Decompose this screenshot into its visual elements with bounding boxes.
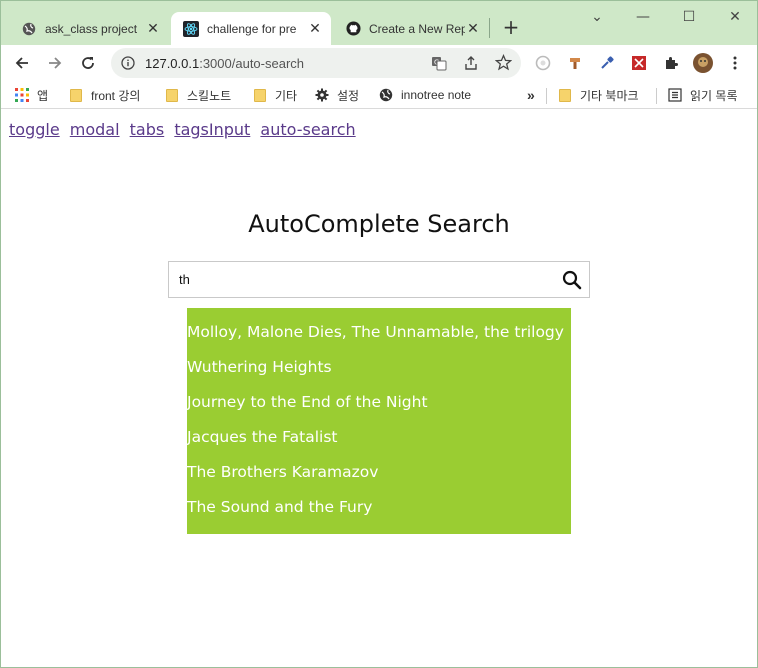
- bookmark-divider: [546, 88, 547, 104]
- back-arrow-icon: [15, 57, 28, 69]
- bookmark-label: 설정: [337, 88, 360, 103]
- reading-list-icon: [668, 88, 682, 102]
- eyedropper-icon[interactable]: [597, 53, 617, 73]
- nav-link-tagsinput[interactable]: tagsInput: [174, 120, 250, 139]
- bookmarks-bar: 앱 front 강의 스킬노트 기타 설정 innotree note » 기타…: [1, 81, 757, 109]
- search-input[interactable]: [169, 262, 561, 297]
- new-tab-button[interactable]: +: [501, 17, 521, 37]
- share-icon[interactable]: [463, 55, 479, 75]
- result-item[interactable]: Wuthering Heights: [187, 350, 571, 385]
- search-icon[interactable]: [561, 269, 583, 291]
- result-item[interactable]: Journey to the End of the Night: [187, 385, 571, 420]
- result-item[interactable]: Jacques the Fatalist: [187, 420, 571, 455]
- bookmark-label: 기타: [275, 88, 298, 103]
- close-icon[interactable]: ✕: [145, 20, 161, 37]
- tab-divider: [489, 18, 490, 38]
- reload-icon: [82, 57, 94, 69]
- tab-title: Create a New Rep: [369, 21, 465, 36]
- nav-link-toggle[interactable]: toggle: [9, 120, 60, 139]
- folder-icon: [165, 88, 179, 102]
- bookmark-folder-etc[interactable]: 기타: [253, 86, 297, 104]
- url-text: 127.0.0.1:3000/auto-search: [145, 55, 305, 71]
- bookmarks-overflow-button[interactable]: »: [527, 86, 535, 104]
- tab-title: challenge for pre: [207, 21, 297, 36]
- bookmark-folder-front[interactable]: front 강의: [69, 86, 140, 104]
- react-icon: [183, 20, 199, 37]
- result-item[interactable]: Molloy, Malone Dies, The Unnamable, the …: [187, 315, 571, 350]
- bookmark-other-folder[interactable]: 기타 북마크: [558, 86, 639, 104]
- bookmark-label: 스킬노트: [187, 88, 232, 103]
- bookmark-star-icon[interactable]: [494, 53, 513, 75]
- browser-toolbar: 127.0.0.1:3000/auto-search G: [1, 45, 757, 81]
- apps-grid-icon: [15, 88, 29, 102]
- folder-icon: [69, 88, 83, 102]
- bookmark-apps[interactable]: 앱: [15, 86, 48, 104]
- close-icon[interactable]: ✕: [307, 20, 323, 37]
- translate-icon[interactable]: G: [431, 55, 447, 75]
- close-icon[interactable]: ✕: [465, 20, 481, 37]
- reload-button[interactable]: [77, 52, 99, 74]
- folder-icon: [253, 88, 267, 102]
- extensions-puzzle-icon[interactable]: [661, 53, 681, 73]
- bookmark-divider: [656, 88, 657, 104]
- bookmark-label: innotree note: [401, 88, 472, 102]
- tab-challenge[interactable]: challenge for pre ✕: [171, 12, 331, 45]
- bookmark-folder-skillnote[interactable]: 스킬노트: [165, 86, 231, 104]
- maximize-button[interactable]: ☐: [679, 7, 699, 27]
- bookmark-label: 기타 북마크: [580, 88, 639, 103]
- extension-hammer-icon[interactable]: [565, 53, 585, 73]
- close-window-button[interactable]: ✕: [725, 7, 745, 27]
- globe-icon: [379, 88, 393, 102]
- nav-link-auto-search[interactable]: auto-search: [260, 120, 355, 139]
- github-icon: [345, 21, 361, 37]
- menu-kebab-icon[interactable]: [725, 53, 745, 73]
- reading-list-button[interactable]: 읽기 목록: [668, 86, 738, 104]
- page-title: AutoComplete Search: [248, 210, 510, 238]
- tab-ask-class[interactable]: ask_class project ✕: [9, 12, 169, 45]
- page-nav: toggle modal tabs tagsInput auto-search: [9, 120, 361, 139]
- back-button[interactable]: [11, 52, 33, 74]
- tab-create-repo[interactable]: Create a New Rep ✕: [333, 12, 489, 45]
- tab-strip: ask_class project ✕ challenge for pre ✕ …: [1, 1, 757, 45]
- globe-icon: [21, 21, 37, 37]
- tab-title: ask_class project: [45, 21, 138, 36]
- tab-search-icon[interactable]: ⌄: [587, 7, 607, 27]
- minimize-button[interactable]: —: [633, 7, 653, 27]
- result-item[interactable]: The Brothers Karamazov: [187, 455, 571, 490]
- nav-link-modal[interactable]: modal: [70, 120, 120, 139]
- browser-window: ask_class project ✕ challenge for pre ✕ …: [0, 0, 758, 668]
- address-bar[interactable]: 127.0.0.1:3000/auto-search G: [111, 48, 521, 78]
- extension-red-icon[interactable]: [629, 53, 649, 73]
- bookmark-label: front 강의: [91, 88, 141, 103]
- bookmark-settings[interactable]: 설정: [315, 86, 359, 104]
- extension-circle-icon[interactable]: [533, 53, 553, 73]
- nav-link-tabs[interactable]: tabs: [130, 120, 165, 139]
- bookmark-innotree[interactable]: innotree note: [379, 86, 471, 104]
- bookmark-label: 읽기 목록: [690, 88, 738, 103]
- result-item[interactable]: The Sound and the Fury: [187, 490, 571, 525]
- forward-button[interactable]: [44, 52, 66, 74]
- profile-avatar-icon[interactable]: [693, 53, 713, 73]
- forward-arrow-icon: [49, 57, 62, 69]
- info-icon: [121, 56, 135, 70]
- page-content: toggle modal tabs tagsInput auto-search …: [1, 110, 757, 667]
- folder-icon: [558, 88, 572, 102]
- search-box: [168, 261, 590, 298]
- gear-icon: [315, 88, 329, 102]
- bookmark-label: 앱: [37, 88, 49, 103]
- autocomplete-results: Molloy, Malone Dies, The Unnamable, the …: [187, 308, 571, 534]
